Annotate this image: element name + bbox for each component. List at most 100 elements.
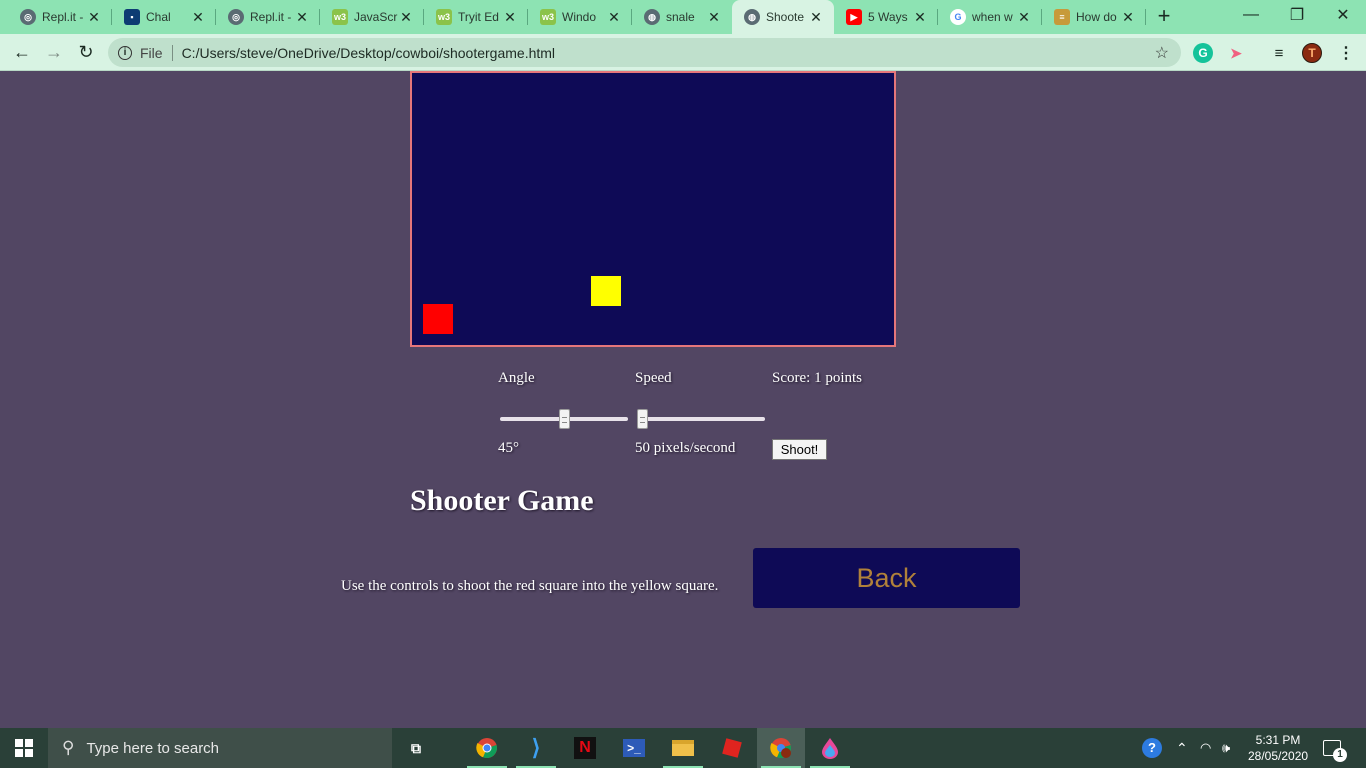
tab-stackoverflow[interactable]: ≡ How do ✕ xyxy=(1042,0,1146,34)
speed-slider[interactable] xyxy=(637,409,765,429)
windows-start-icon[interactable] xyxy=(0,728,48,768)
windows-taskbar: ⚲ Type here to search ⧉ ⟩ N >_ ? ⌃ ◠ 🕪 5… xyxy=(0,728,1366,768)
speed-slider-thumb[interactable] xyxy=(637,409,648,429)
close-icon[interactable]: ✕ xyxy=(190,9,206,26)
profile-avatar[interactable]: T xyxy=(1302,43,1322,63)
menu-kebab-icon[interactable]: ⋮ xyxy=(1336,43,1356,63)
media-control-icon[interactable]: ≡ xyxy=(1269,43,1289,63)
tab-window[interactable]: w3 Windo ✕ xyxy=(528,0,632,34)
instructions-text: Use the controls to shoot the red square… xyxy=(341,578,719,594)
file-explorer-icon[interactable] xyxy=(659,728,707,768)
tab-chal[interactable]: ▪ Chal ✕ xyxy=(112,0,216,34)
volume-icon[interactable]: 🕪 xyxy=(1222,728,1230,768)
close-icon[interactable]: ✕ xyxy=(1120,9,1136,26)
target-yellow-square xyxy=(591,276,621,306)
close-icon[interactable]: ✕ xyxy=(86,9,102,26)
tab-label: Tryit Ed xyxy=(458,10,499,24)
player-red-square xyxy=(423,304,453,334)
replit-icon: ◎ xyxy=(20,9,36,25)
paint3d-icon[interactable] xyxy=(806,728,854,768)
w3schools-icon: w3 xyxy=(436,9,452,25)
extension-arrow-icon[interactable]: ➤ xyxy=(1226,43,1246,63)
globe-icon: ◍ xyxy=(644,9,660,25)
tab-javascript[interactable]: w3 JavaScr ✕ xyxy=(320,0,424,34)
wifi-icon[interactable]: ◠ xyxy=(1200,728,1211,768)
close-icon[interactable]: ✕ xyxy=(808,9,824,26)
forward-arrow-icon[interactable]: → xyxy=(42,40,66,64)
back-arrow-icon[interactable]: ← xyxy=(10,40,34,64)
tab-shooter-game[interactable]: ◍ Shoote ✕ xyxy=(732,0,834,34)
address-bar[interactable]: i File C:/Users/steve/OneDrive/Desktop/c… xyxy=(108,38,1181,67)
globe-icon: ◍ xyxy=(744,9,760,25)
new-tab-button[interactable]: + xyxy=(1152,5,1176,29)
task-view-icon[interactable]: ⧉ xyxy=(392,728,440,768)
help-icon[interactable]: ? xyxy=(1142,728,1162,768)
tab-google-search[interactable]: G when w ✕ xyxy=(938,0,1042,34)
shoot-button[interactable]: Shoot! xyxy=(772,439,827,460)
grammarly-icon[interactable]: G xyxy=(1193,43,1213,63)
url-text[interactable]: C:/Users/steve/OneDrive/Desktop/cowboi/s… xyxy=(182,45,1155,61)
google-icon: G xyxy=(950,9,966,25)
powershell-icon[interactable]: >_ xyxy=(610,728,658,768)
browser-tab-strip: ◎ Repl.it - ✕ ▪ Chal ✕ ◎ Repl.it - ✕ w3 … xyxy=(0,0,1366,34)
tab-5-ways[interactable]: ▶ 5 Ways ✕ xyxy=(834,0,938,34)
tab-label: Repl.it - xyxy=(250,10,292,24)
tab-label: Repl.it - xyxy=(42,10,84,24)
close-icon[interactable]: ✕ xyxy=(294,9,310,26)
tab-label: JavaScr xyxy=(354,10,398,24)
notification-count-badge: 1 xyxy=(1333,748,1347,762)
close-icon[interactable]: ✕ xyxy=(606,9,622,26)
tab-label: Shoote xyxy=(766,10,805,24)
notification-center-icon[interactable]: 1 xyxy=(1323,728,1347,768)
clock-time: 5:31 PM xyxy=(1255,733,1301,747)
browser-toolbar: ← → ↻ i File C:/Users/steve/OneDrive/Des… xyxy=(0,34,1366,71)
tab-tryit-editor[interactable]: w3 Tryit Ed ✕ xyxy=(424,0,528,34)
angle-slider[interactable] xyxy=(500,409,628,429)
restore-button[interactable]: ❐ xyxy=(1274,0,1320,30)
taskbar-search-box[interactable]: ⚲ Type here to search xyxy=(48,728,392,768)
score-text: Score: 1 points xyxy=(772,370,862,386)
w3schools-icon: w3 xyxy=(540,9,556,25)
back-button[interactable]: Back xyxy=(753,548,1020,608)
search-placeholder: Type here to search xyxy=(86,739,220,757)
angle-value: 45° xyxy=(498,440,519,456)
stackoverflow-icon: ≡ xyxy=(1054,9,1070,25)
w3schools-icon: w3 xyxy=(332,9,348,25)
close-icon[interactable]: ✕ xyxy=(1016,9,1032,26)
chevron-up-icon[interactable]: ⌃ xyxy=(1176,728,1188,768)
speed-value: 50 pixels/second xyxy=(635,440,736,456)
tab-replit-2[interactable]: ◎ Repl.it - ✕ xyxy=(216,0,320,34)
chrome-profile-icon[interactable] xyxy=(757,728,805,768)
tab-label: Chal xyxy=(146,10,171,24)
speed-label: Speed xyxy=(635,370,672,386)
system-clock[interactable]: 5:31 PM 28/05/2020 xyxy=(1248,732,1308,764)
angle-slider-thumb[interactable] xyxy=(559,409,570,429)
close-icon[interactable]: ✕ xyxy=(398,9,414,26)
reload-icon[interactable]: ↻ xyxy=(74,40,98,64)
vscode-icon[interactable]: ⟩ xyxy=(512,728,560,768)
angle-label: Angle xyxy=(498,370,535,386)
roblox-icon[interactable] xyxy=(708,728,756,768)
tab-label: How do xyxy=(1076,10,1117,24)
page-title: Shooter Game xyxy=(410,484,594,517)
file-scheme-label: File xyxy=(140,44,163,61)
tab-label: snale xyxy=(666,10,695,24)
tab-replit-1[interactable]: ◎ Repl.it - ✕ xyxy=(8,0,112,34)
tab-snale[interactable]: ◍ snale ✕ xyxy=(632,0,732,34)
netflix-icon[interactable]: N xyxy=(561,728,609,768)
info-icon[interactable]: i xyxy=(118,45,132,60)
replit-icon: ◎ xyxy=(228,9,244,25)
tab-label: Windo xyxy=(562,10,597,24)
lock-icon: ▪ xyxy=(124,9,140,25)
minimize-button[interactable]: — xyxy=(1228,0,1274,30)
close-icon[interactable]: ✕ xyxy=(502,9,518,26)
clock-date: 28/05/2020 xyxy=(1248,749,1309,763)
youtube-icon: ▶ xyxy=(846,9,862,25)
chrome-icon[interactable] xyxy=(463,728,511,768)
tab-label: when w xyxy=(972,10,1013,24)
close-icon[interactable]: ✕ xyxy=(706,9,722,26)
game-canvas[interactable] xyxy=(410,71,896,347)
close-window-button[interactable]: ✕ xyxy=(1320,0,1366,30)
bookmark-star-icon[interactable]: ☆ xyxy=(1155,43,1169,63)
close-icon[interactable]: ✕ xyxy=(912,9,928,26)
